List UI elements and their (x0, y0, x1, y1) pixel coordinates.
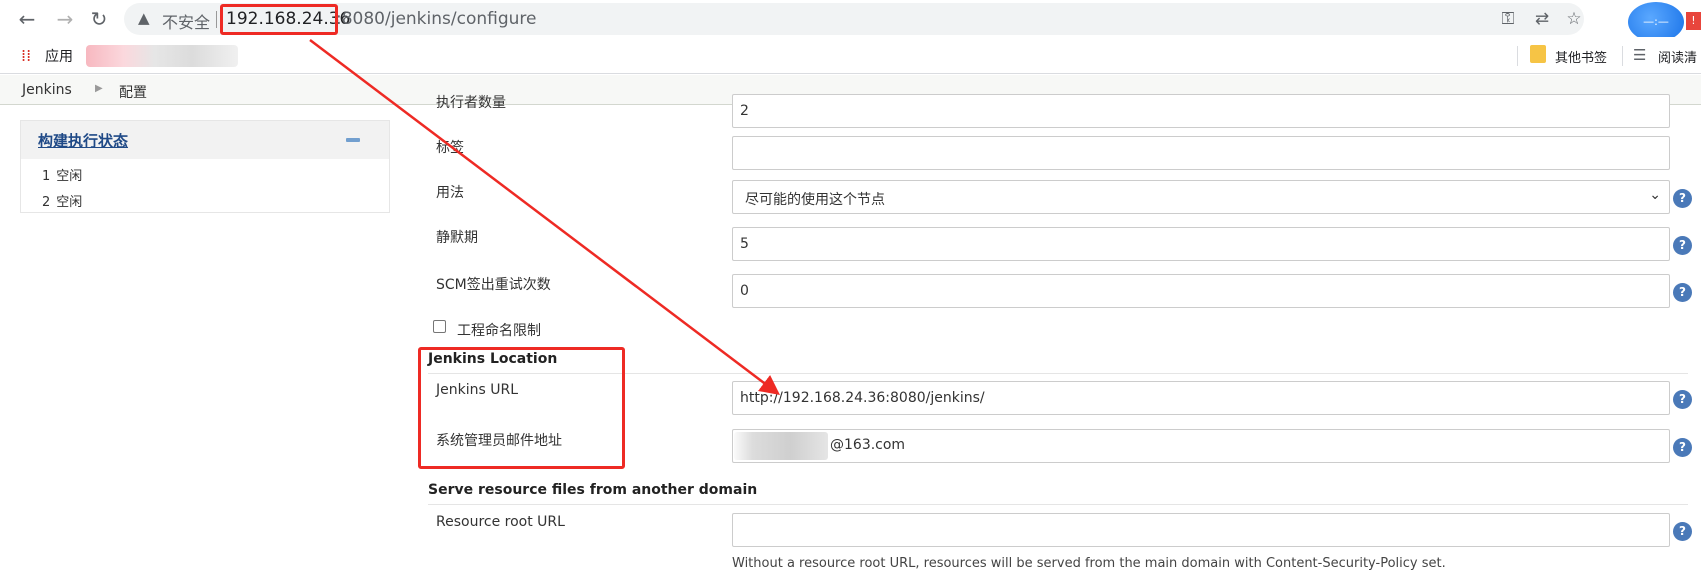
annotation-arrow (309, 39, 780, 396)
